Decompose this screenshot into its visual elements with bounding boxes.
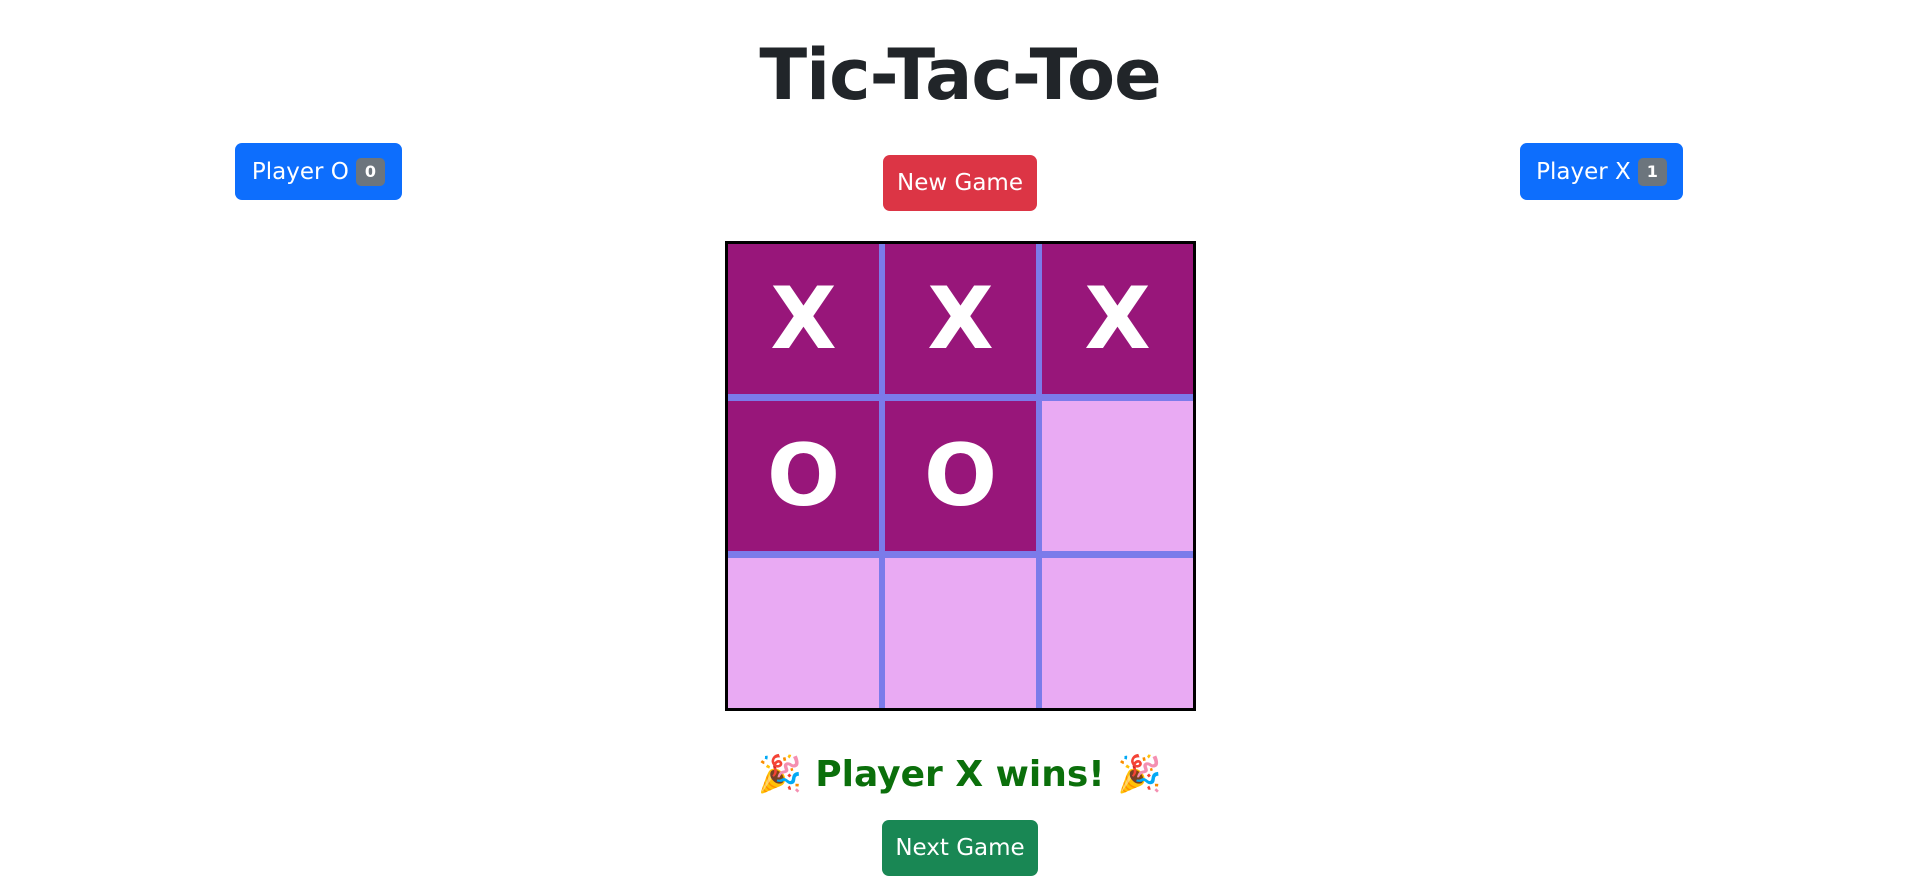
board-cell-2[interactable]: X	[885, 244, 1036, 394]
board-cell-5[interactable]: O	[885, 401, 1036, 551]
game-board: X X X O O	[725, 241, 1196, 711]
player-o-score-badge: 0	[355, 157, 386, 186]
player-x-score-badge: 1	[1637, 157, 1667, 186]
game-status: 🎉 Player X wins! 🎉	[0, 750, 1920, 800]
board-cell-8[interactable]	[885, 558, 1036, 708]
board-cell-1[interactable]: X	[728, 244, 879, 394]
new-game-button[interactable]: New Game	[883, 155, 1037, 211]
next-game-button[interactable]: Next Game	[882, 820, 1038, 876]
game-page: Tic-Tac-Toe Player O 0 New Game Player X…	[0, 0, 1920, 887]
board-cell-7[interactable]	[728, 558, 879, 708]
player-o-label: Player O	[251, 158, 349, 185]
player-x-label: Player X	[1536, 158, 1631, 185]
page-title: Tic-Tac-Toe	[759, 34, 1161, 116]
board-cell-6[interactable]	[1042, 401, 1193, 551]
board-cell-3[interactable]: X	[1042, 244, 1193, 394]
board-cell-4[interactable]: O	[728, 401, 879, 551]
party-popper-icon: 🎉	[757, 754, 803, 795]
player-x-score-button[interactable]: Player X 1	[1520, 143, 1683, 200]
status-message: Player X wins!	[815, 754, 1105, 795]
party-popper-icon: 🎉	[1117, 754, 1163, 795]
board-cell-9[interactable]	[1042, 558, 1193, 708]
player-o-score-button[interactable]: Player O 0	[235, 143, 402, 200]
